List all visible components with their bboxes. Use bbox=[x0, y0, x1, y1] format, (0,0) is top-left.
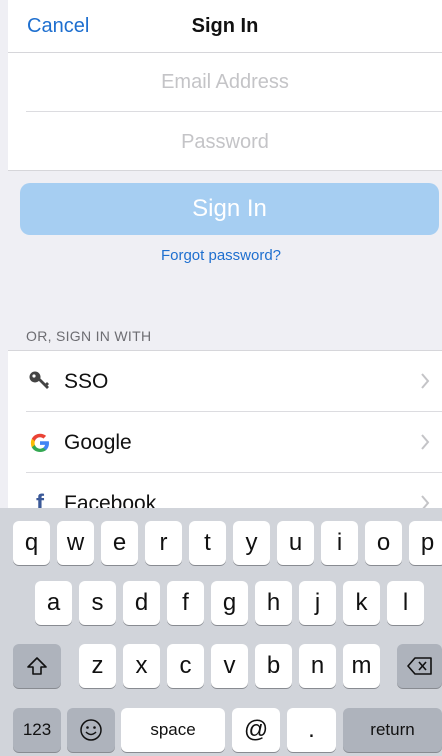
page-title: Sign In bbox=[191, 15, 259, 37]
provider-label: Google bbox=[64, 431, 132, 454]
key-p[interactable]: p bbox=[409, 521, 442, 565]
credentials-form bbox=[8, 53, 442, 171]
key-c[interactable]: c bbox=[167, 644, 204, 688]
key-z[interactable]: z bbox=[79, 644, 116, 688]
key-o[interactable]: o bbox=[365, 521, 402, 565]
password-field[interactable] bbox=[8, 113, 442, 171]
return-key[interactable]: return bbox=[343, 708, 442, 752]
key-s[interactable]: s bbox=[79, 581, 116, 625]
at-key[interactable]: @ bbox=[232, 708, 280, 752]
sign-in-providers-list: SSO Google f Facebook bbox=[8, 350, 442, 520]
emoji-icon bbox=[80, 719, 102, 741]
key-j[interactable]: j bbox=[299, 581, 336, 625]
key-h[interactable]: h bbox=[255, 581, 292, 625]
provider-google[interactable]: Google bbox=[8, 412, 442, 473]
email-field[interactable] bbox=[8, 53, 442, 111]
key-g[interactable]: g bbox=[211, 581, 248, 625]
key-n[interactable]: n bbox=[299, 644, 336, 688]
key-w[interactable]: w bbox=[57, 521, 94, 565]
key-a[interactable]: a bbox=[35, 581, 72, 625]
key-l[interactable]: l bbox=[387, 581, 424, 625]
navigation-bar: Cancel Sign In bbox=[8, 0, 442, 53]
key-e[interactable]: e bbox=[101, 521, 138, 565]
key-i[interactable]: i bbox=[321, 521, 358, 565]
section-header: OR, SIGN IN WITH bbox=[26, 328, 152, 344]
delete-key[interactable] bbox=[397, 644, 442, 688]
forgot-password-link[interactable]: Forgot password? bbox=[0, 247, 442, 264]
key-y[interactable]: y bbox=[233, 521, 270, 565]
sign-in-button[interactable]: Sign In bbox=[20, 183, 439, 235]
shift-icon bbox=[27, 657, 47, 675]
key-d[interactable]: d bbox=[123, 581, 160, 625]
field-divider bbox=[26, 111, 442, 112]
key-m[interactable]: m bbox=[343, 644, 380, 688]
numbers-key[interactable]: 123 bbox=[13, 708, 61, 752]
key-v[interactable]: v bbox=[211, 644, 248, 688]
emoji-key[interactable] bbox=[67, 708, 115, 752]
backspace-icon bbox=[406, 657, 432, 675]
chevron-right-icon bbox=[420, 434, 430, 455]
provider-sso[interactable]: SSO bbox=[8, 351, 442, 412]
key-icon bbox=[26, 369, 54, 395]
chevron-right-icon bbox=[420, 373, 430, 394]
shift-key[interactable] bbox=[13, 644, 61, 688]
google-icon bbox=[26, 430, 54, 456]
keyboard: q w e r t y u i o p a s d f g h j k l z … bbox=[0, 508, 442, 756]
provider-label: SSO bbox=[64, 370, 109, 393]
key-b[interactable]: b bbox=[255, 644, 292, 688]
space-key[interactable]: space bbox=[121, 708, 225, 752]
key-k[interactable]: k bbox=[343, 581, 380, 625]
key-x[interactable]: x bbox=[123, 644, 160, 688]
key-r[interactable]: r bbox=[145, 521, 182, 565]
key-q[interactable]: q bbox=[13, 521, 50, 565]
key-u[interactable]: u bbox=[277, 521, 314, 565]
key-t[interactable]: t bbox=[189, 521, 226, 565]
key-f[interactable]: f bbox=[167, 581, 204, 625]
period-key[interactable]: . bbox=[287, 708, 336, 752]
